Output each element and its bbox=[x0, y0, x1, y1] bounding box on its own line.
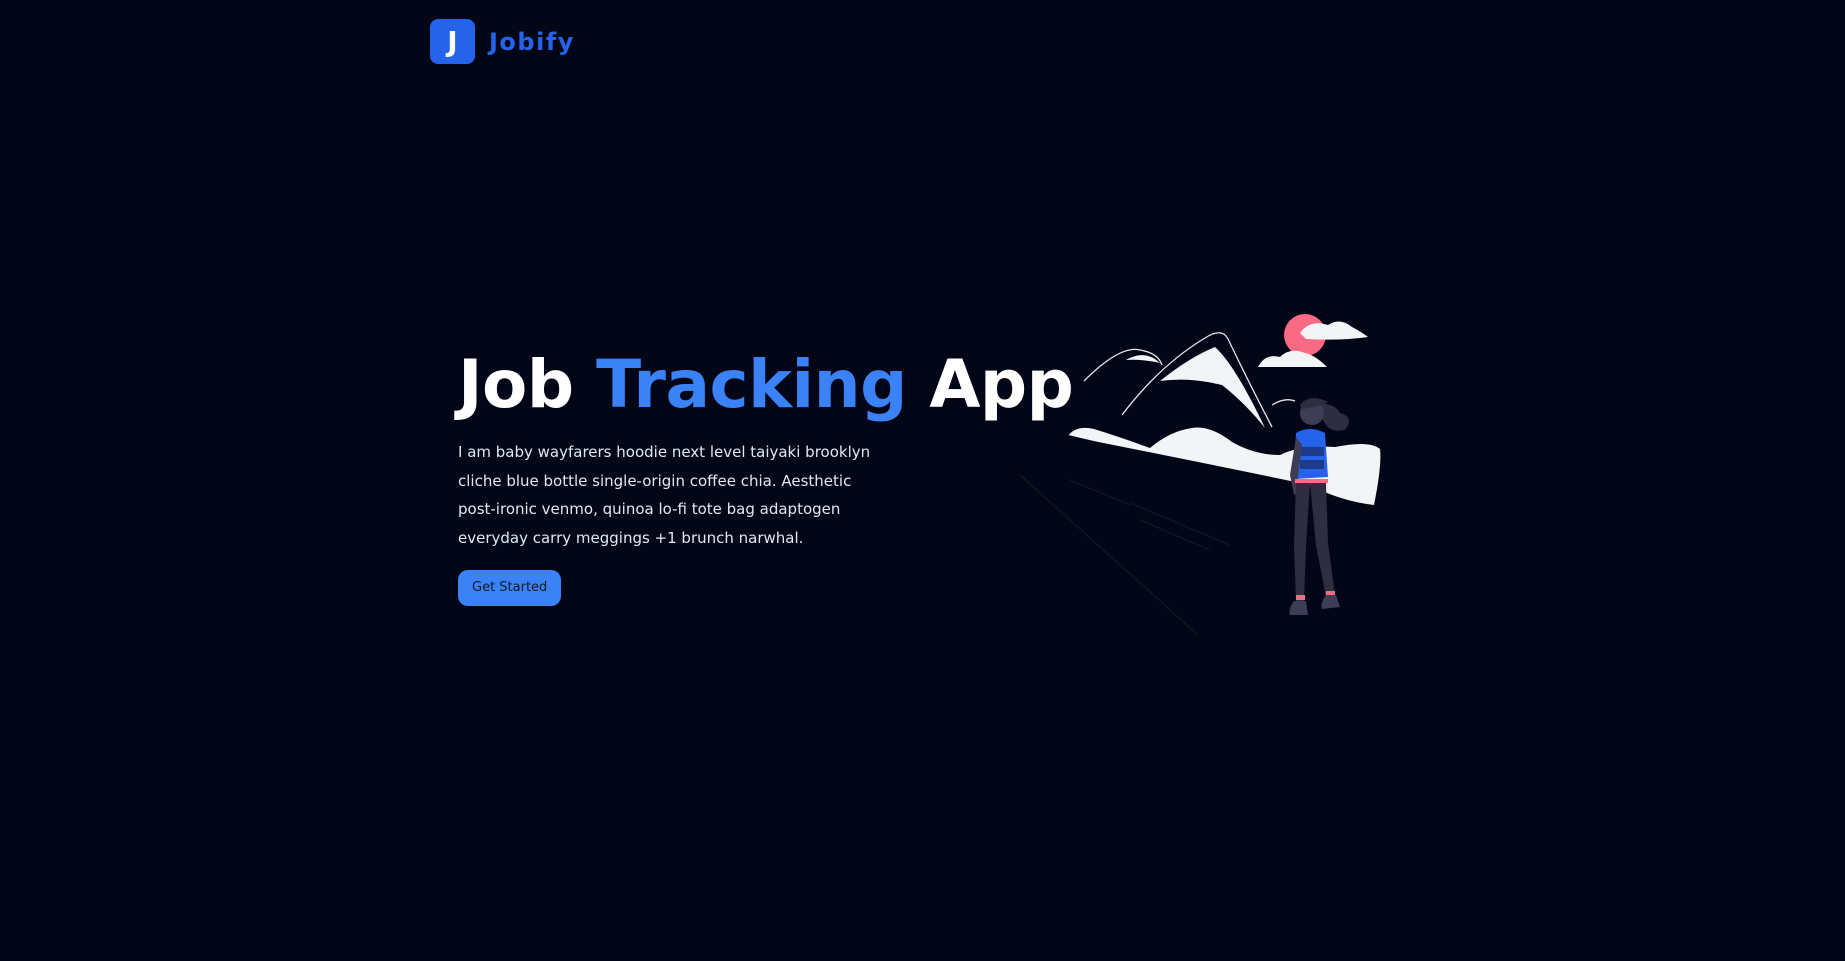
logo-icon[interactable]: J bbox=[430, 19, 475, 64]
hero-section: Job Tracking App I am baby wayfarers hoo… bbox=[458, 346, 1074, 606]
hero-title: Job Tracking App bbox=[458, 346, 1074, 424]
hero-title-start: Job bbox=[458, 346, 597, 423]
ground-lines bbox=[1019, 474, 1231, 636]
hiker-mountains-illustration-icon bbox=[1019, 314, 1381, 636]
hero-description: I am baby wayfarers hoodie next level ta… bbox=[458, 443, 871, 547]
hero-title-accent: Tracking bbox=[596, 346, 907, 423]
get-started-button[interactable]: Get Started bbox=[458, 570, 562, 606]
navbar: J Jobify bbox=[430, 19, 575, 64]
hiker-figure bbox=[1289, 398, 1349, 615]
logo-letter: J bbox=[447, 25, 458, 58]
brand-name[interactable]: Jobify bbox=[489, 28, 575, 56]
landing-page: J Jobify Job Tracking App I am baby wayf… bbox=[0, 0, 1845, 961]
